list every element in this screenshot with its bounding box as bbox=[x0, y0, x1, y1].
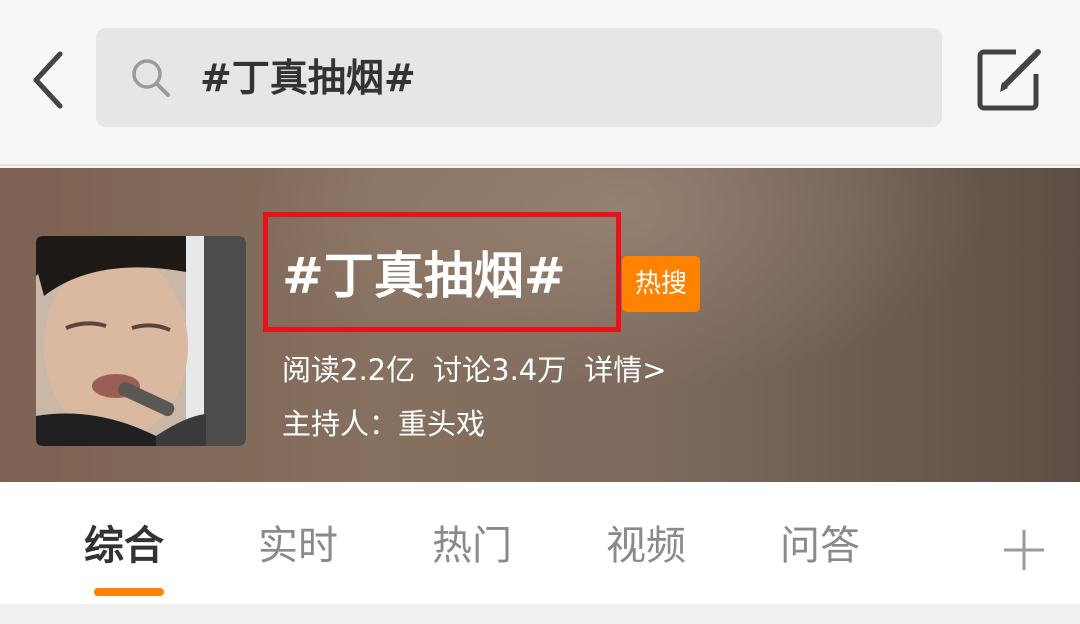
tab-realtime[interactable]: 实时 bbox=[258, 520, 338, 572]
compose-button[interactable] bbox=[972, 42, 1048, 118]
tab-video[interactable]: 视频 bbox=[606, 520, 686, 572]
topic-host: 主持人：重头戏 bbox=[282, 407, 486, 441]
tab-popular[interactable]: 热门 bbox=[432, 520, 512, 572]
add-tab-button[interactable] bbox=[1000, 526, 1048, 574]
read-count: 阅读2.2亿 bbox=[282, 353, 416, 387]
topic-thumbnail[interactable] bbox=[36, 236, 246, 446]
content-divider bbox=[0, 604, 1080, 624]
hot-search-badge: 热搜 bbox=[622, 256, 700, 312]
compose-edit-icon bbox=[977, 49, 1041, 111]
back-arrow-icon bbox=[33, 51, 63, 109]
topic-stats: 阅读2.2亿 讨论3.4万 详情> bbox=[282, 350, 685, 390]
search-query-text: #丁真抽烟# bbox=[200, 56, 416, 100]
back-button[interactable] bbox=[22, 42, 74, 118]
tab-bar: 综合 实时 热门 视频 问答 bbox=[0, 482, 1080, 604]
search-input[interactable]: #丁真抽烟# bbox=[96, 28, 942, 127]
details-link[interactable]: 详情> bbox=[584, 353, 666, 387]
plus-icon bbox=[1004, 530, 1044, 570]
discussion-count: 讨论3.4万 bbox=[433, 353, 567, 387]
top-bar: #丁真抽烟# bbox=[0, 0, 1080, 166]
topic-banner: #丁真抽烟# 热搜 阅读2.2亿 讨论3.4万 详情> 主持人：重头戏 bbox=[0, 168, 1080, 482]
active-tab-indicator bbox=[94, 588, 164, 596]
tab-comprehensive[interactable]: 综合 bbox=[84, 520, 164, 572]
topic-title: #丁真抽烟# bbox=[282, 247, 566, 305]
tab-qa[interactable]: 问答 bbox=[780, 520, 860, 572]
search-icon bbox=[132, 59, 170, 97]
